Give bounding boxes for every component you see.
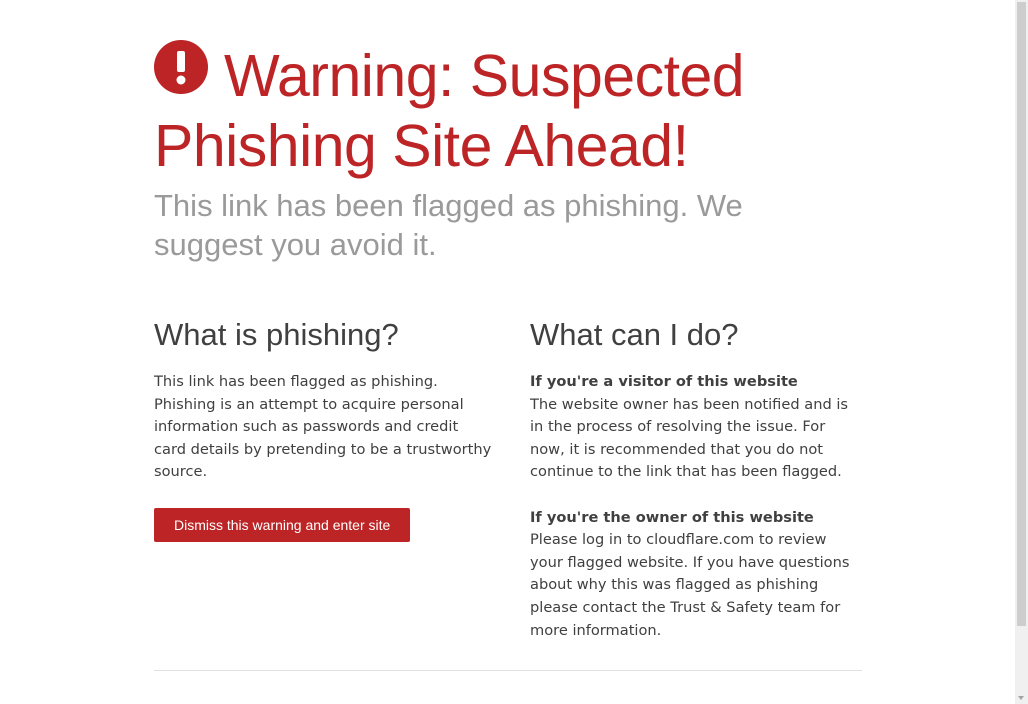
owner-heading: If you're the owner of this website [530, 508, 814, 526]
visitor-text: The website owner has been notified and … [530, 395, 849, 481]
phishing-warning-page: Warning: Suspected Phishing Site Ahead! … [0, 0, 1028, 704]
what-is-phishing-heading: What is phishing? [154, 317, 399, 352]
vertical-scrollbar[interactable] [1015, 0, 1028, 704]
scroll-down-arrow-icon[interactable] [1018, 696, 1024, 700]
owner-text: Please log in to cloudflare.com to revie… [530, 531, 850, 639]
what-can-i-do-heading: What can I do? [530, 317, 739, 352]
what-is-phishing-text: This link has been flagged as phishing. … [154, 373, 492, 481]
main-content: Warning: Suspected Phishing Site Ahead! … [154, 40, 862, 639]
page-title: Warning: Suspected Phishing Site Ahead! [154, 40, 862, 181]
dismiss-warning-button[interactable]: Dismiss this warning and enter site [154, 507, 411, 542]
page-subtitle: This link has been flagged as phishing. … [154, 188, 743, 262]
footer-divider [154, 670, 862, 671]
exclamation-circle-icon [154, 40, 208, 94]
what-can-i-do-section: What can I do? If you're a visitor of th… [530, 315, 862, 642]
what-is-phishing-section: What is phishing? This link has been fla… [154, 315, 494, 542]
scrollbar-thumb[interactable] [1017, 2, 1026, 626]
visitor-heading: If you're a visitor of this website [530, 373, 798, 390]
page-title-text: Warning: Suspected Phishing Site Ahead! [154, 43, 745, 179]
